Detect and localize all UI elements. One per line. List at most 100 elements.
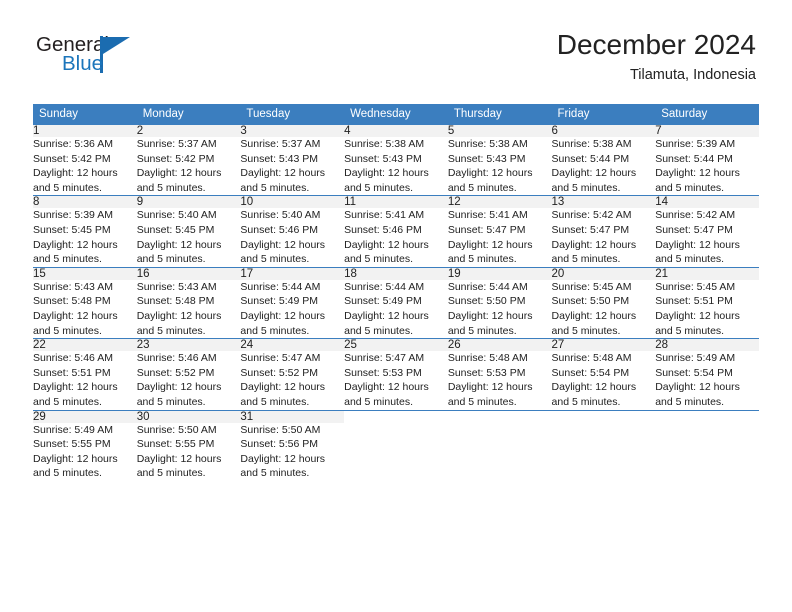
- day-details-cell[interactable]: Sunrise: 5:46 AM Sunset: 5:51 PM Daylight:…: [33, 351, 137, 410]
- day-details-cell[interactable]: Sunrise: 5:50 AM Sunset: 5:55 PM Daylight:…: [136, 422, 241, 481]
- daylight-text-line2: and 5 minutes.: [240, 324, 310, 337]
- sunset-text: Sunset: 5:47 PM: [655, 223, 733, 236]
- day-details-cell[interactable]: Sunrise: 5:49 AM Sunset: 5:54 PM Daylight:…: [655, 351, 759, 410]
- sunrise-sunset-calendar: Sunday Monday Tuesday Wednesday Thursday…: [33, 104, 759, 481]
- daylight-text-line1: Daylight: 12 hours: [447, 167, 533, 180]
- day-number[interactable]: 15: [33, 266, 137, 280]
- day-details-cell[interactable]: Sunrise: 5:44 AM Sunset: 5:49 PM Daylight:…: [240, 279, 345, 339]
- day-details-cell[interactable]: Sunrise: 5:38 AM Sunset: 5:43 PM Daylight:…: [344, 137, 448, 196]
- day-number[interactable]: 27: [551, 338, 656, 352]
- day-details-cell[interactable]: Sunrise: 5:43 AM Sunset: 5:48 PM Daylight:…: [33, 279, 137, 339]
- sunrise-text: Sunrise: 5:36 AM: [33, 138, 113, 150]
- day-number[interactable]: 23: [136, 338, 241, 352]
- daylight-text-line1: Daylight: 12 hours: [240, 238, 326, 251]
- day-details-cell[interactable]: Sunrise: 5:37 AM Sunset: 5:43 PM Daylight:…: [240, 137, 345, 196]
- day-details-cell[interactable]: Sunrise: 5:42 AM Sunset: 5:47 PM Daylight:…: [655, 208, 759, 268]
- day-details-cell[interactable]: Sunrise: 5:45 AM Sunset: 5:50 PM Daylight:…: [551, 279, 656, 339]
- day-number[interactable]: 18: [344, 266, 448, 280]
- day-details-cell[interactable]: Sunrise: 5:44 AM Sunset: 5:49 PM Daylight:…: [344, 279, 448, 339]
- day-number[interactable]: 20: [551, 266, 656, 280]
- sunrise-text: Sunrise: 5:47 AM: [344, 352, 425, 365]
- day-details-cell[interactable]: Sunrise: 5:39 AM Sunset: 5:44 PM Daylight:…: [655, 137, 759, 196]
- day-number[interactable]: 31: [240, 409, 345, 423]
- day-details-cell[interactable]: Sunrise: 5:41 AM Sunset: 5:47 PM Daylight:…: [447, 208, 552, 268]
- day-number[interactable]: 17: [240, 266, 345, 280]
- day-number[interactable]: 13: [551, 195, 656, 209]
- daylight-text-line1: Daylight: 12 hours: [551, 381, 637, 394]
- sunset-text: Sunset: 5:51 PM: [33, 366, 111, 379]
- daylight-text-line1: Daylight: 12 hours: [551, 238, 637, 251]
- sunrise-text: Sunrise: 5:48 AM: [551, 352, 632, 365]
- day-number[interactable]: 12: [447, 195, 552, 209]
- day-number[interactable]: 26: [447, 338, 552, 352]
- day-details-cell[interactable]: Sunrise: 5:40 AM Sunset: 5:45 PM Daylight:…: [136, 208, 241, 268]
- daylight-text-line1: Daylight: 12 hours: [240, 452, 326, 465]
- sunset-text: Sunset: 5:44 PM: [655, 152, 733, 165]
- day-details-cell[interactable]: Sunrise: 5:47 AM Sunset: 5:52 PM Daylight:…: [240, 351, 345, 410]
- sunset-text: Sunset: 5:44 PM: [551, 152, 630, 165]
- daylight-text-line2: and 5 minutes.: [655, 181, 725, 194]
- day-number[interactable]: 3: [240, 125, 345, 137]
- day-details-cell[interactable]: Sunrise: 5:45 AM Sunset: 5:51 PM Daylight:…: [655, 279, 759, 339]
- weekday-header-row: Sunday Monday Tuesday Wednesday Thursday…: [33, 104, 759, 125]
- day-number[interactable]: 1: [33, 125, 137, 137]
- general-blue-logo[interactable]: General Blue: [36, 33, 226, 81]
- day-details-cell[interactable]: Sunrise: 5:39 AM Sunset: 5:45 PM Daylight:…: [33, 208, 137, 268]
- daylight-text-line1: Daylight: 12 hours: [33, 167, 118, 180]
- sunrise-text: Sunrise: 5:39 AM: [655, 138, 736, 150]
- sunrise-text: Sunrise: 5:42 AM: [655, 209, 736, 222]
- day-details-cell: [551, 422, 656, 481]
- day-details-cell[interactable]: Sunrise: 5:48 AM Sunset: 5:54 PM Daylight:…: [551, 351, 656, 410]
- day-number[interactable]: 8: [33, 195, 137, 209]
- week-info-row: Sunrise: 5:43 AM Sunset: 5:48 PM Daylight:…: [33, 279, 759, 339]
- day-details-cell[interactable]: Sunrise: 5:43 AM Sunset: 5:48 PM Daylight:…: [136, 279, 241, 339]
- sunset-text: Sunset: 5:50 PM: [551, 295, 630, 308]
- day-number[interactable]: 2: [136, 125, 241, 137]
- day-number[interactable]: 10: [240, 195, 345, 209]
- week-info-row: Sunrise: 5:36 AM Sunset: 5:42 PM Daylight:…: [33, 137, 759, 196]
- day-details-cell[interactable]: Sunrise: 5:41 AM Sunset: 5:46 PM Daylight:…: [344, 208, 448, 268]
- weekday-header-friday: Friday: [551, 104, 656, 125]
- day-number[interactable]: 28: [655, 338, 759, 352]
- sunset-text: Sunset: 5:55 PM: [136, 438, 215, 451]
- day-number[interactable]: 4: [344, 125, 448, 137]
- day-number[interactable]: 14: [655, 195, 759, 209]
- sunrise-text: Sunrise: 5:50 AM: [136, 423, 217, 436]
- day-details-cell[interactable]: Sunrise: 5:50 AM Sunset: 5:56 PM Daylight:…: [240, 422, 345, 481]
- day-number[interactable]: 19: [447, 266, 552, 280]
- day-number[interactable]: 21: [655, 266, 759, 280]
- day-details-cell[interactable]: Sunrise: 5:42 AM Sunset: 5:47 PM Daylight:…: [551, 208, 656, 268]
- day-number[interactable]: 5: [447, 125, 552, 137]
- day-details-cell[interactable]: Sunrise: 5:47 AM Sunset: 5:53 PM Daylight:…: [344, 351, 448, 410]
- sunrise-text: Sunrise: 5:46 AM: [33, 352, 113, 365]
- day-number[interactable]: 11: [344, 195, 448, 209]
- day-number[interactable]: 6: [551, 125, 656, 137]
- day-number[interactable]: 24: [240, 338, 345, 352]
- daylight-text-line2: and 5 minutes.: [655, 324, 725, 337]
- day-number[interactable]: 9: [136, 195, 241, 209]
- daylight-text-line2: and 5 minutes.: [447, 253, 517, 266]
- sunset-text: Sunset: 5:43 PM: [344, 152, 422, 165]
- day-number[interactable]: 25: [344, 338, 448, 352]
- day-number[interactable]: 22: [33, 338, 137, 352]
- day-details-cell[interactable]: Sunrise: 5:37 AM Sunset: 5:42 PM Daylight:…: [136, 137, 241, 196]
- day-details-cell[interactable]: Sunrise: 5:46 AM Sunset: 5:52 PM Daylight:…: [136, 351, 241, 410]
- week-daynum-row: 1234567: [33, 125, 759, 137]
- daylight-text-line2: and 5 minutes.: [136, 324, 206, 337]
- day-details-cell[interactable]: Sunrise: 5:38 AM Sunset: 5:44 PM Daylight:…: [551, 137, 656, 196]
- day-number[interactable]: 30: [136, 409, 241, 423]
- day-details-cell[interactable]: Sunrise: 5:40 AM Sunset: 5:46 PM Daylight:…: [240, 208, 345, 268]
- day-details-cell[interactable]: Sunrise: 5:49 AM Sunset: 5:55 PM Daylight:…: [33, 422, 137, 481]
- daylight-text-line1: Daylight: 12 hours: [33, 309, 118, 322]
- day-number[interactable]: 29: [33, 409, 137, 423]
- day-number[interactable]: 16: [136, 266, 241, 280]
- day-details-cell[interactable]: Sunrise: 5:36 AM Sunset: 5:42 PM Daylight:…: [33, 137, 137, 196]
- day-number[interactable]: 7: [655, 125, 759, 137]
- sunset-text: Sunset: 5:46 PM: [344, 223, 422, 236]
- calendar-page: General Blue December 2024 Tilamuta, Ind…: [0, 0, 792, 612]
- day-details-cell[interactable]: Sunrise: 5:44 AM Sunset: 5:50 PM Daylight:…: [447, 279, 552, 339]
- day-details-cell[interactable]: Sunrise: 5:38 AM Sunset: 5:43 PM Daylight:…: [447, 137, 552, 196]
- day-details-cell[interactable]: Sunrise: 5:48 AM Sunset: 5:53 PM Daylight:…: [447, 351, 552, 410]
- daylight-text-line2: and 5 minutes.: [551, 395, 621, 408]
- sunset-text: Sunset: 5:47 PM: [447, 223, 526, 236]
